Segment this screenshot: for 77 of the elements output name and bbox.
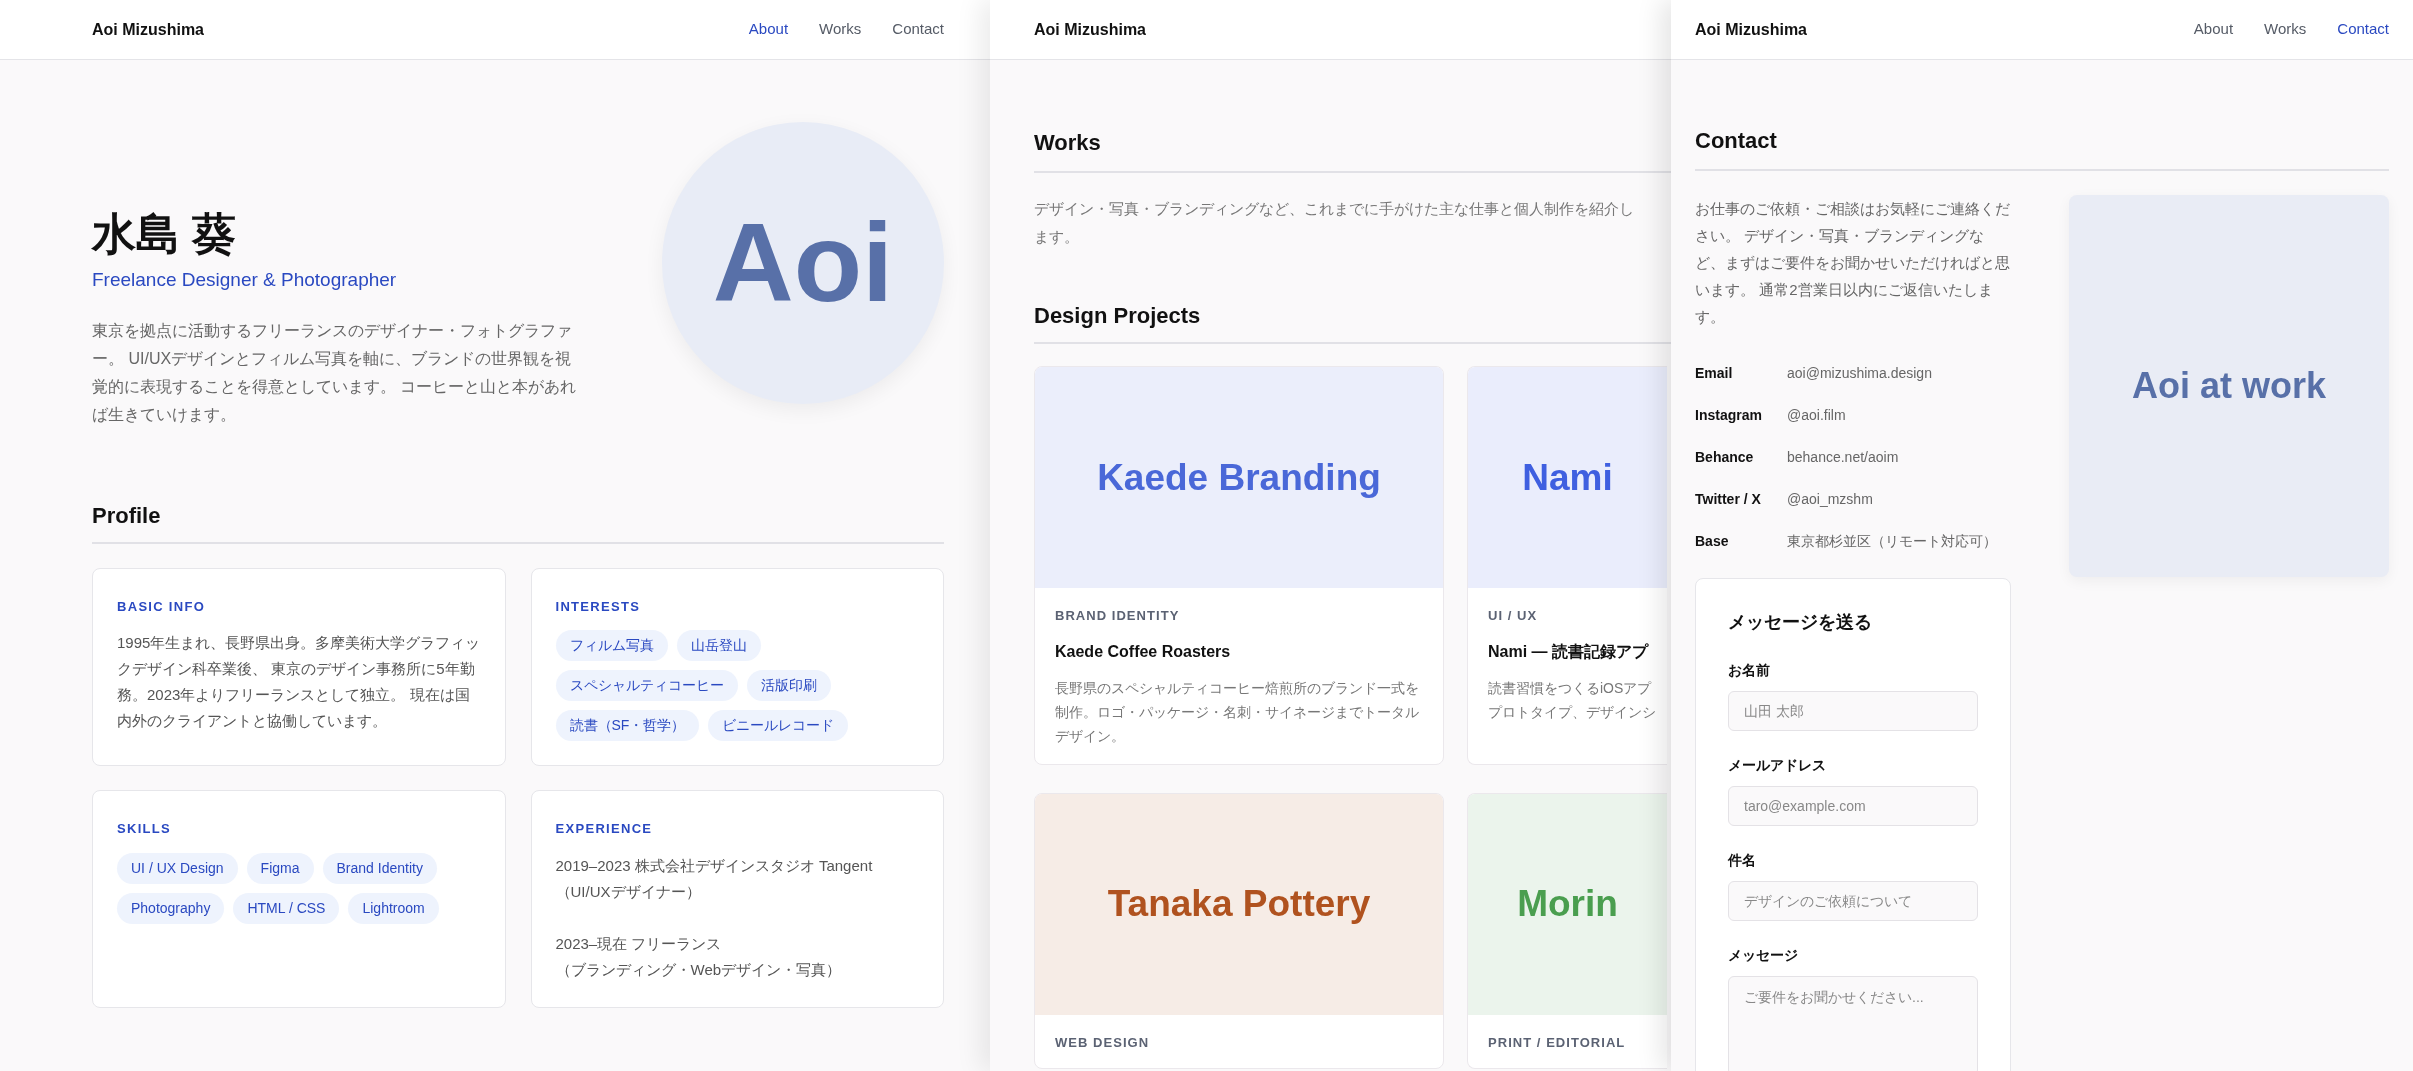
person-name: 水島 葵 <box>92 208 238 260</box>
tag: Lightroom <box>348 892 439 924</box>
bio-text: 東京を拠点に活動するフリーランスのデザイナー・フォトグラファー。 UI/UXデザインとフィルム写真を軸に、ブランドの世界観を視覚的に表現することを得意としています。 コーヒーと山と本があれば生きていけます。 <box>92 320 578 425</box>
detail-label: Twitter / X <box>1695 489 1762 509</box>
field-label: 件名 <box>1728 851 1757 870</box>
experience-line: 2023–現在 フリーランス <box>555 933 723 954</box>
page-heading: Contact <box>1695 124 2389 171</box>
field-label: お名前 <box>1728 661 1771 680</box>
text-field[interactable]: taro@example.com <box>1728 786 1978 826</box>
project-title: Kaede Coffee Roasters <box>1055 641 1232 662</box>
nav-link[interactable]: Contact <box>892 18 944 41</box>
thumbnail-title: Tanaka Pottery <box>1107 882 1371 927</box>
avatar: Aoi <box>662 122 944 404</box>
card-title: BASIC INFO <box>117 597 207 616</box>
tag: Photography <box>117 892 225 924</box>
tag: 活版印刷 <box>746 670 831 701</box>
project-description: 長野県のスペシャルティコーヒー焙煎所のブランド一式を制作。ロゴ・パッケージ・名刺・サイネージまでトータルデザイン。 <box>1055 678 1420 746</box>
nav-link[interactable]: Works <box>819 18 862 41</box>
experience-line: （ブランディング・Webデザイン・写真） <box>555 959 843 980</box>
project-card[interactable]: Morin PRINT / EDITORIAL <box>1467 792 1667 1069</box>
nav-link[interactable]: About <box>748 18 789 41</box>
detail-value: @aoi_mzshm <box>1787 489 1873 509</box>
section-heading: Profile <box>92 498 944 544</box>
section-heading: Design Projects <box>1034 299 1671 344</box>
project-category: UI / UX <box>1488 607 1539 625</box>
detail-label: Base <box>1695 531 1730 551</box>
field-label: メールアドレス <box>1728 756 1827 775</box>
text-field[interactable]: 山田 太郎 <box>1728 691 1978 731</box>
card-title: EXPERIENCE <box>555 820 654 838</box>
tag: フィルム写真 <box>555 630 668 661</box>
detail-value: behance.net/aoim <box>1787 447 1899 467</box>
detail-label: Behance <box>1695 447 1755 467</box>
detail-label: Email <box>1695 363 1734 383</box>
tag: 読書（SF・哲学） <box>555 710 700 741</box>
tag: HTML / CSS <box>233 892 340 924</box>
project-card[interactable]: Kaede Branding BRAND IDENTITY Kaede Coffee Roasters 長野県のスペシャルティコーヒー焙煎所のブランド一式を制作。ロゴ・パッケージ・名刺・サイネージまでトータルデザイン。 <box>1034 366 1444 765</box>
project-card[interactable]: Nami UI / UX Nami — 読書記録アプ 読書習慣をつくるiOSアプ プロトタイプ、デザインシ <box>1467 366 1667 765</box>
project-card[interactable]: Tanaka Pottery WEB DESIGN <box>1034 792 1444 1069</box>
project-title: Nami — 読書記録アプ <box>1488 641 1650 662</box>
tag: ビニールレコード <box>708 710 849 741</box>
nav-link[interactable]: Works <box>2264 18 2307 41</box>
detail-value: @aoi.film <box>1787 405 1846 425</box>
message-field[interactable]: ご要件をお聞かせください... <box>1728 976 1978 1071</box>
tagline: Freelance Designer & Photographer <box>92 268 398 292</box>
intro-text: デザイン・写真・ブランディングなど、これまでに手がけた主な仕事と個人制作を紹介します。 <box>1034 199 1634 247</box>
form-title: メッセージを送る <box>1728 611 1873 634</box>
thumbnail-title: Morin <box>1517 882 1618 927</box>
card-title: INTERESTS <box>555 597 642 616</box>
tag: Brand Identity <box>322 852 437 884</box>
field-label: メッセージ <box>1728 946 1799 965</box>
project-description: プロトタイプ、デザインシ <box>1488 702 1657 722</box>
page-heading: Works <box>1034 126 1671 173</box>
detail-value: 東京都杉並区（リモート対応可） <box>1787 531 1997 551</box>
nav-link[interactable]: About <box>2193 18 2234 41</box>
project-category: WEB DESIGN <box>1055 1033 1151 1052</box>
intro-text: お仕事のご依頼・ご相談はお気軽にご連絡ください。 デザイン・写真・ブランディングなど、まずはご要件をお聞かせいただければと思います。 通常2営業日以内にご返信いたします。 <box>1695 199 2011 327</box>
tag: スペシャルティコーヒー <box>555 670 738 701</box>
thumbnail-title: Kaede Branding <box>1097 455 1381 500</box>
thumbnail-title: Nami <box>1522 455 1613 500</box>
project-description: 読書習慣をつくるiOSアプ <box>1488 678 1653 698</box>
detail-label: Instagram <box>1695 405 1763 425</box>
detail-value: aoi@mizushima.design <box>1787 363 1932 383</box>
experience-line: （UI/UXデザイナー） <box>555 881 702 902</box>
tag: 山岳登山 <box>676 630 761 661</box>
tag: UI / UX Design <box>117 852 238 884</box>
card-title: SKILLS <box>117 820 173 838</box>
tag: Figma <box>246 852 314 884</box>
site-brand[interactable]: Aoi Mizushima <box>1034 17 1146 42</box>
site-brand[interactable]: Aoi Mizushima <box>92 17 204 42</box>
project-category: BRAND IDENTITY <box>1055 607 1181 625</box>
experience-line: 2019–2023 株式会社デザインスタジオ Tangent <box>555 855 874 876</box>
image-caption: Aoi at work <box>2132 364 2326 408</box>
card-text: 1995年生まれ、長野県出身。多摩美術大学グラフィックデザイン科卒業後、 東京のデザイン事務所に5年勤務。2023年よりフリーランスとして独立。 現在は国内外のクライアントと協働しています。 <box>117 633 481 731</box>
site-brand[interactable]: Aoi Mizushima <box>1695 17 1807 42</box>
project-category: PRINT / EDITORIAL <box>1488 1033 1627 1052</box>
nav-link[interactable]: Contact <box>2337 18 2389 41</box>
text-field[interactable]: デザインのご依頼について <box>1728 881 1978 921</box>
